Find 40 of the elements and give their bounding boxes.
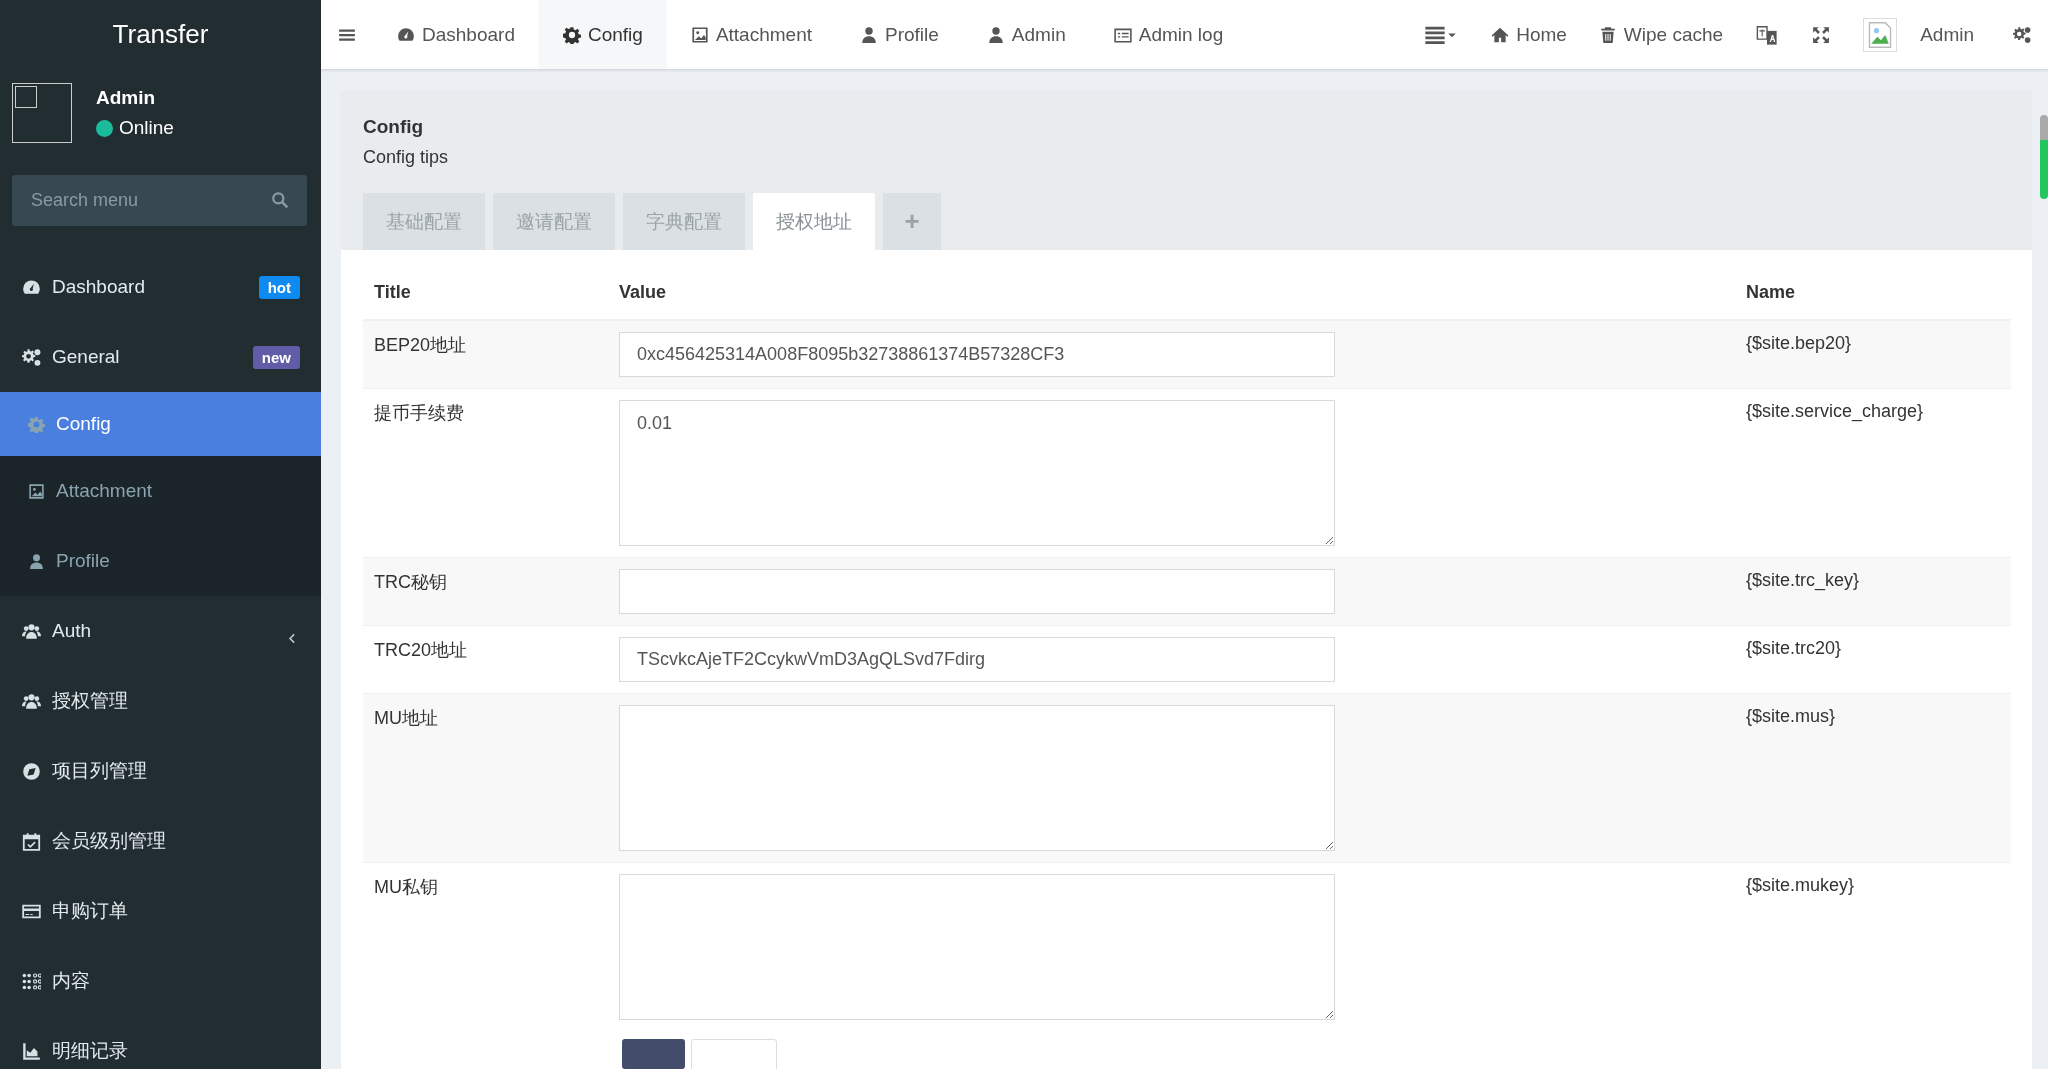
user-name: Admin (96, 87, 157, 109)
sidebar-item[interactable]: 项目列管理 (0, 736, 321, 806)
variable-name: {$site.bep20} (1735, 320, 2011, 389)
nav-tab[interactable]: Profile (836, 0, 963, 69)
panel-tips: Config tips (363, 147, 450, 168)
nav-link[interactable]: Wipe cache (1582, 0, 1740, 69)
nav-link[interactable]: Home (1475, 0, 1583, 69)
row-title: TRC秘钥 (363, 557, 608, 626)
sidebar-item[interactable]: Dashboard hot (0, 252, 321, 322)
row-title: MU私钥 (363, 862, 608, 1031)
user-menu[interactable]: Admin (1847, 0, 1996, 69)
nav-tab[interactable]: Attachment (666, 0, 836, 69)
row-title: BEP20地址 (363, 320, 608, 389)
variable-name: {$site.mus} (1735, 693, 2011, 863)
sidebar-item[interactable]: 明细记录 (0, 1016, 321, 1069)
sidebar-item[interactable]: Config (0, 392, 321, 456)
sidebar-item[interactable]: General new (0, 322, 321, 392)
sidebar-item[interactable]: Profile (0, 526, 321, 596)
sidebar-item[interactable]: Auth (0, 596, 321, 666)
sidebar-item[interactable]: Attachment (0, 456, 321, 526)
user-status: Online (96, 117, 174, 139)
app-title: Transfer (111, 18, 210, 51)
variable-name: {$site.mukey} (1735, 862, 2011, 1031)
nav-tab[interactable]: Admin log (1089, 0, 1248, 69)
input-field[interactable]: 0xc456425314A008F8095b32738861374B57328CF3 (619, 332, 1335, 377)
text-area[interactable]: 0.01 (619, 400, 1335, 546)
menu-badge: hot (258, 275, 300, 299)
nav-tab[interactable]: Admin (962, 0, 1090, 69)
row-title: MU地址 (363, 693, 608, 863)
input-field[interactable]: TScvkcAjeTF2CcykwVmD3AgQLSvd7Fdirg (619, 637, 1335, 682)
sidebar-item[interactable]: 内容 (0, 946, 321, 1016)
nav-tab[interactable]: Config (538, 0, 667, 69)
menu-badge: new (252, 345, 300, 369)
sidebar-item[interactable]: 会员级别管理 (0, 806, 321, 876)
panel-title: Config (363, 116, 425, 138)
sidebar-item[interactable]: 申购订单 (0, 876, 321, 946)
variable-name: {$site.trc_key} (1735, 557, 2011, 626)
sidebar-item[interactable]: 授权管理 (0, 666, 321, 736)
nav-tab[interactable]: Dashboard (373, 0, 539, 69)
search-field[interactable]: Search menu (12, 175, 307, 226)
